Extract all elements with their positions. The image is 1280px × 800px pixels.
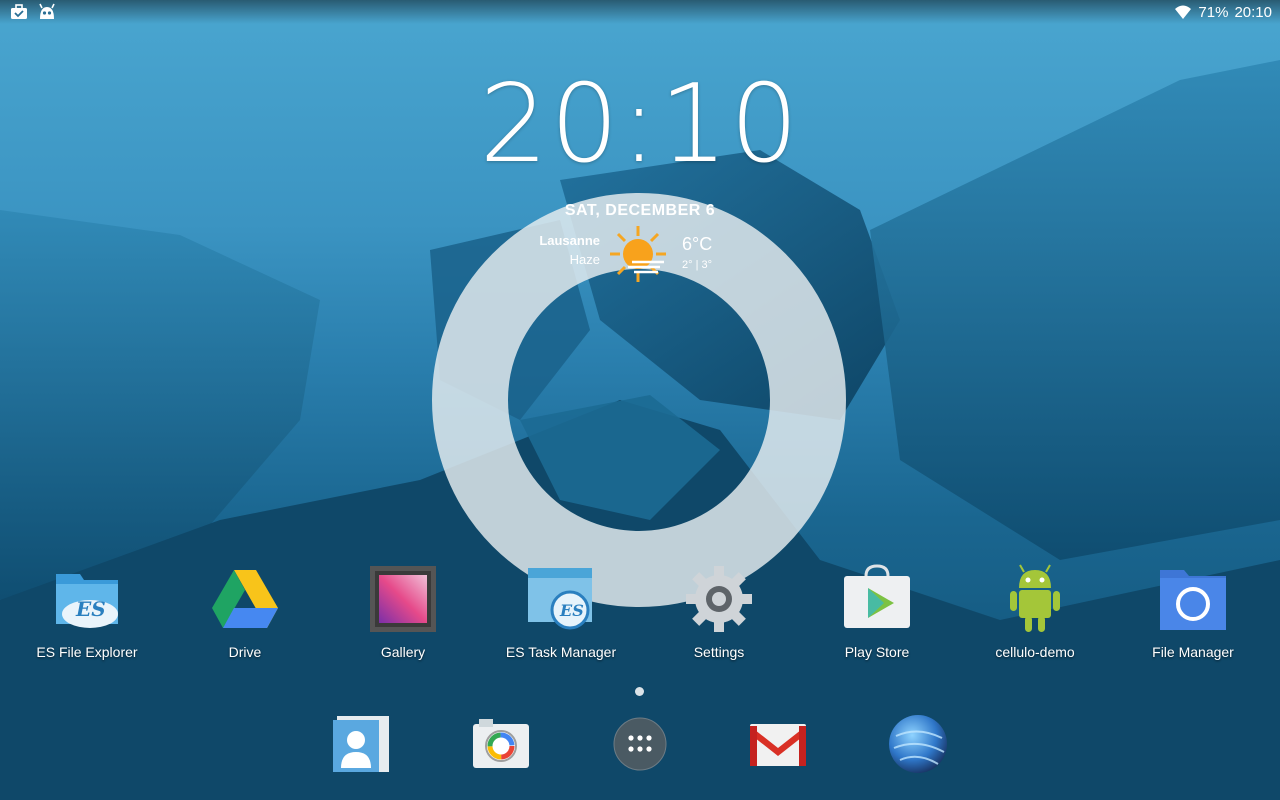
es-task-manager-icon: ES <box>528 568 592 630</box>
wifi-icon <box>1175 5 1192 19</box>
app-play-store[interactable]: Play Store <box>802 562 952 660</box>
app-label: Drive <box>228 644 262 660</box>
status-bar-right: 71% 20:10 <box>1174 3 1280 21</box>
svg-text:ES: ES <box>75 597 106 621</box>
play-store-icon <box>844 564 910 628</box>
app-label: Play Store <box>844 644 910 660</box>
app-label: ES File Explorer <box>36 644 138 660</box>
app-file-manager[interactable]: File Manager <box>1118 562 1268 660</box>
gmail-icon[interactable] <box>746 712 810 776</box>
app-cellulo-demo[interactable]: cellulo-demo <box>960 562 1110 660</box>
weather-temperature: 6°C <box>682 234 713 254</box>
es-file-explorer-icon: ES <box>56 574 118 628</box>
app-settings[interactable]: Settings <box>644 562 794 660</box>
weather-location-block[interactable]: Lausanne Haze <box>500 233 600 267</box>
app-label: Settings <box>693 644 745 660</box>
contacts-icon[interactable] <box>329 712 393 776</box>
status-time: 20:10 <box>1234 3 1272 21</box>
weather-date: SAT, DECEMBER 6 <box>564 202 716 219</box>
status-bar-left <box>0 3 56 21</box>
app-label: ES Task Manager <box>505 644 617 660</box>
drive-icon <box>212 570 278 628</box>
weather-condition: Haze <box>569 252 600 267</box>
camera-icon[interactable] <box>469 712 533 776</box>
android-robot-icon <box>1010 564 1060 632</box>
page-indicator-dot <box>635 687 644 696</box>
weather-range: 2° | 3° <box>682 259 713 271</box>
browser-globe-icon[interactable] <box>886 712 950 776</box>
file-manager-icon <box>1160 570 1226 630</box>
app-label: Gallery <box>380 644 426 660</box>
svg-text:ES: ES <box>559 601 584 620</box>
app-gallery[interactable]: Gallery <box>328 562 478 660</box>
cyanogen-bot-icon <box>39 3 55 19</box>
app-label: File Manager <box>1152 644 1234 660</box>
weather-city: Lausanne <box>539 233 600 248</box>
gallery-icon <box>370 566 436 632</box>
weather-temp-block[interactable]: 6°C 2° | 3° <box>682 234 712 271</box>
app-drawer-icon[interactable] <box>608 712 672 776</box>
battery-percent: 71% <box>1198 3 1229 21</box>
briefcase-check-icon <box>11 4 27 19</box>
app-es-file-explorer[interactable]: ES ES File Explorer <box>12 562 162 660</box>
sun-haze-icon <box>610 226 666 282</box>
status-bar: 71% 20:10 <box>0 0 1280 24</box>
clock-widget-time[interactable]: 20:10 <box>0 62 1280 187</box>
app-es-task-manager[interactable]: ES ES Task Manager <box>486 562 636 660</box>
app-label: cellulo-demo <box>995 644 1075 660</box>
app-drive[interactable]: Drive <box>170 562 320 660</box>
settings-gear-icon <box>686 566 752 632</box>
